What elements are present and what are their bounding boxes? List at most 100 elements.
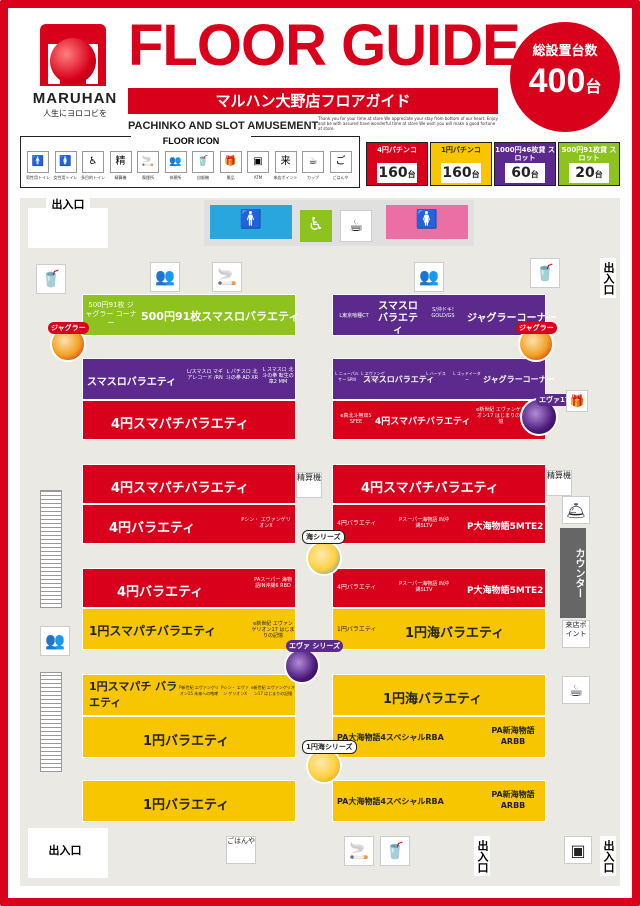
- store-subtitle: マルハン大野店フロアガイド: [128, 88, 498, 114]
- cup-icon: ☕: [340, 210, 372, 242]
- category-name: 4円パチンコ: [377, 146, 417, 154]
- drink-icon: 🥤: [36, 264, 66, 294]
- block-label-main: スマスロバラエティ: [87, 377, 177, 388]
- cup-icon: ☕: [302, 151, 324, 173]
- block-label-main: 1円スマパチバラエティ: [89, 624, 217, 638]
- floor-icon-legend: FLOOR ICON 🚹 男性用トイレ 🚺 女性用トイレ ♿ 多目的トイレ精精算機 🚬 喫煙所…: [20, 136, 360, 188]
- brand-slogan: 人生にヨロコビを: [43, 109, 107, 118]
- block-label-small: PAスーパー 海物語IN沖縄6 RBD: [254, 577, 292, 589]
- woman-icon: 🚺: [54, 151, 77, 173]
- block-1yen-umi-1[interactable]: 1円バラエティ 1円海バラエティ: [332, 608, 546, 650]
- block-label-small: L スマスロ 北斗の拳 転生の章2 MM: [262, 367, 294, 385]
- category-box: 1円パチンコ 160台: [430, 142, 492, 186]
- block-4yen-smapachi-2[interactable]: 4円スマパチバラエティ: [82, 464, 296, 504]
- umi-series-tag: 海シリーズ: [302, 530, 345, 544]
- block-1yen-variety-2[interactable]: 1円バラエティ: [82, 780, 296, 822]
- exit-bottom-middle[interactable]: 出入口: [474, 836, 490, 876]
- block-1yen-variety-1[interactable]: 1円バラエティ: [82, 716, 296, 758]
- wheelchair-restroom-icon: ♿: [300, 210, 332, 242]
- block-label-main: 1円スマパチ バラエティ: [89, 680, 178, 709]
- block-label-main: 4円バラエティ: [109, 521, 196, 536]
- eva-series-tag: エヴァ シリーズ: [286, 640, 344, 652]
- gohanya-icon: ごはんや: [226, 836, 256, 864]
- block-500yen-slot[interactable]: 500円91枚 ジャグラー コーナー 500円91枚スマスロバラエティ: [82, 294, 300, 336]
- block-label-main: PA新海物語 ARBB: [491, 790, 535, 810]
- legend-label: 休憩所: [169, 175, 182, 180]
- gift-icon: 🎁: [566, 390, 588, 412]
- umi-series-character: [306, 540, 342, 576]
- block-4yen-variety-2[interactable]: 4円バラエティ PAスーパー 海物語IN沖縄6 RBD: [82, 568, 296, 608]
- visit-point-icon[interactable]: 来店ポイント: [562, 620, 590, 648]
- cup-icon-right: ☕: [562, 676, 590, 704]
- smoking-icon: 🚬: [212, 262, 242, 292]
- block-label-main: 4円スマパチバラエティ: [111, 417, 249, 432]
- block-pa-umi-2[interactable]: PA大海物語4スペシャルRBA PA新海物語 ARBB: [332, 780, 546, 822]
- block-4yen-variety-right-2[interactable]: 4円バラエティ Pスーパー海物語 IN沖縄5LTV P大海物語5MTE2: [332, 568, 546, 608]
- category-box: 1000円46枚貸 スロット 60台: [494, 142, 556, 186]
- block-4yen-variety-1[interactable]: 4円バラエティ Pシン・ エヴァンゲリオンX: [82, 504, 296, 544]
- mens-restroom-icon: 🚹: [210, 205, 292, 239]
- legend-title: FLOOR ICON: [131, 136, 251, 148]
- service-counter-icon: 🛎: [562, 496, 590, 524]
- block-label-main: ジャグラーコーナー: [483, 375, 555, 384]
- block-4yen-variety-right-1[interactable]: 4円バラエティ Pスーパー海物語 IN沖縄5LTV P大海物語5MTE2: [332, 504, 546, 544]
- block-label-main: 500円91枚スマスロバラエティ: [141, 310, 300, 323]
- block-1yen-smapachi[interactable]: 1円スマパチバラエティ e新世紀 エヴァンゲリオン17 はじまりの記憶: [82, 608, 296, 650]
- block-1yen-smapachi-2[interactable]: 1円スマパチ バラエティ P新世紀 エヴァンゲリオン15 未来への咆哮 Pシン・…: [82, 674, 296, 716]
- category-box: 4円パチンコ 160台: [366, 142, 428, 186]
- category-count: 160台: [441, 163, 481, 183]
- block-4yen-smapachi-1[interactable]: 4円スマパチバラエティ: [82, 400, 296, 440]
- category-name: 1円パチンコ: [441, 146, 481, 154]
- pay-machine-icon-center: 精算機: [296, 472, 322, 498]
- umi1-series-tag: 1円海シリーズ: [302, 740, 357, 754]
- block-label-main: PA新海物語 ARBB: [491, 726, 535, 746]
- block-smaslo-variety-left[interactable]: スマスロバラエティ L/スマスロ マギアレコード /RN L パチスロ 北斗の拳…: [82, 358, 296, 400]
- drink-icon-right: 🥤: [530, 258, 560, 288]
- pay-machine-icon-right: 精算機: [546, 470, 572, 496]
- block-1000yen-slot-top[interactable]: L東京喰種CT スマスロ バラエティ S/沖ドキ! GOLD/GS ジャグラーコ…: [332, 294, 557, 336]
- block-label-main: 1円バラエティ: [143, 734, 230, 749]
- legend-label: ATM: [253, 175, 263, 180]
- entrance-room-top-left: [28, 208, 108, 248]
- smoking-icon: 🚬: [137, 151, 159, 173]
- block-label-small: 500円91枚 ジャグラー コーナー: [85, 301, 137, 327]
- legend-label: 精算機: [114, 175, 127, 180]
- category-count: 160台: [377, 163, 417, 183]
- rest-area-icon: 👥: [150, 262, 180, 292]
- tagline: PACHINKO AND SLOT AMUSEMENT: [128, 120, 319, 132]
- block-pa-umi-1[interactable]: PA大海物語4スペシャルRBA PA新海物語 ARBB: [332, 716, 546, 758]
- block-label-small: 4円バラエティ: [337, 584, 377, 591]
- counter[interactable]: カウンター: [560, 528, 586, 618]
- block-1yen-umi-2[interactable]: 1円海バラエティ: [332, 674, 546, 716]
- category-box: 500円91枚貸 スロット 20台: [558, 142, 620, 186]
- block-label-small: L ゴッドイーター: [453, 371, 481, 382]
- exit-top-left[interactable]: 出入口: [46, 196, 90, 212]
- block-label-main: 4円スマパチバラエティ: [375, 417, 471, 427]
- block-4yen-smapachi-3[interactable]: 4円スマパチバラエティ: [332, 464, 546, 504]
- block-4yen-smapachi-right[interactable]: e真北斗無双5 SFEE 4円スマパチバラエティ e新世紀 エヴァンゲリオン17…: [332, 400, 546, 440]
- gift-icon: 🎁: [219, 151, 242, 173]
- legend-label: 自販機: [197, 175, 209, 180]
- block-label-small: Pスーパー海物語 IN沖縄5LTV: [399, 581, 449, 593]
- exit-bottom-left[interactable]: 出入口: [40, 842, 90, 858]
- legend-label: カップ: [307, 175, 319, 180]
- pay-machine-label: 精算機: [297, 473, 321, 482]
- rest-icon: 👥: [164, 151, 187, 173]
- wheelchair-icon: ♿: [82, 151, 104, 173]
- exit-right-top[interactable]: 出入口: [600, 258, 616, 298]
- rest-area-icon-left: 👥: [40, 626, 70, 656]
- rest-area-icon-right: 👥: [414, 262, 444, 292]
- juggler-tag-left: ジャグラー: [48, 322, 89, 334]
- exit-bottom-right[interactable]: 出入口: [600, 836, 616, 876]
- total-number: 400: [528, 62, 586, 100]
- block-label-small: L ニューパルサー SPIII: [335, 371, 359, 382]
- legend-label: 喫煙所: [142, 175, 154, 180]
- visit-point-icon: 来: [274, 151, 297, 173]
- block-smaslo-variety-right[interactable]: L ニューパルサー SPIII L ヱヴァンゲリオン スマスロバラエティ L ハ…: [332, 358, 555, 400]
- block-label-small: P新世紀 エヴァンゲリオン15 未来への咆哮: [179, 685, 219, 696]
- atm-icon: ▣: [247, 151, 269, 173]
- smoking-icon-bottom: 🚬: [344, 836, 374, 866]
- total-unit: 台: [585, 79, 602, 96]
- block-label-small: Pスーパー海物語 IN沖縄5LTV: [399, 517, 449, 529]
- block-label-small: S/沖ドキ! GOLD/GS: [431, 307, 455, 319]
